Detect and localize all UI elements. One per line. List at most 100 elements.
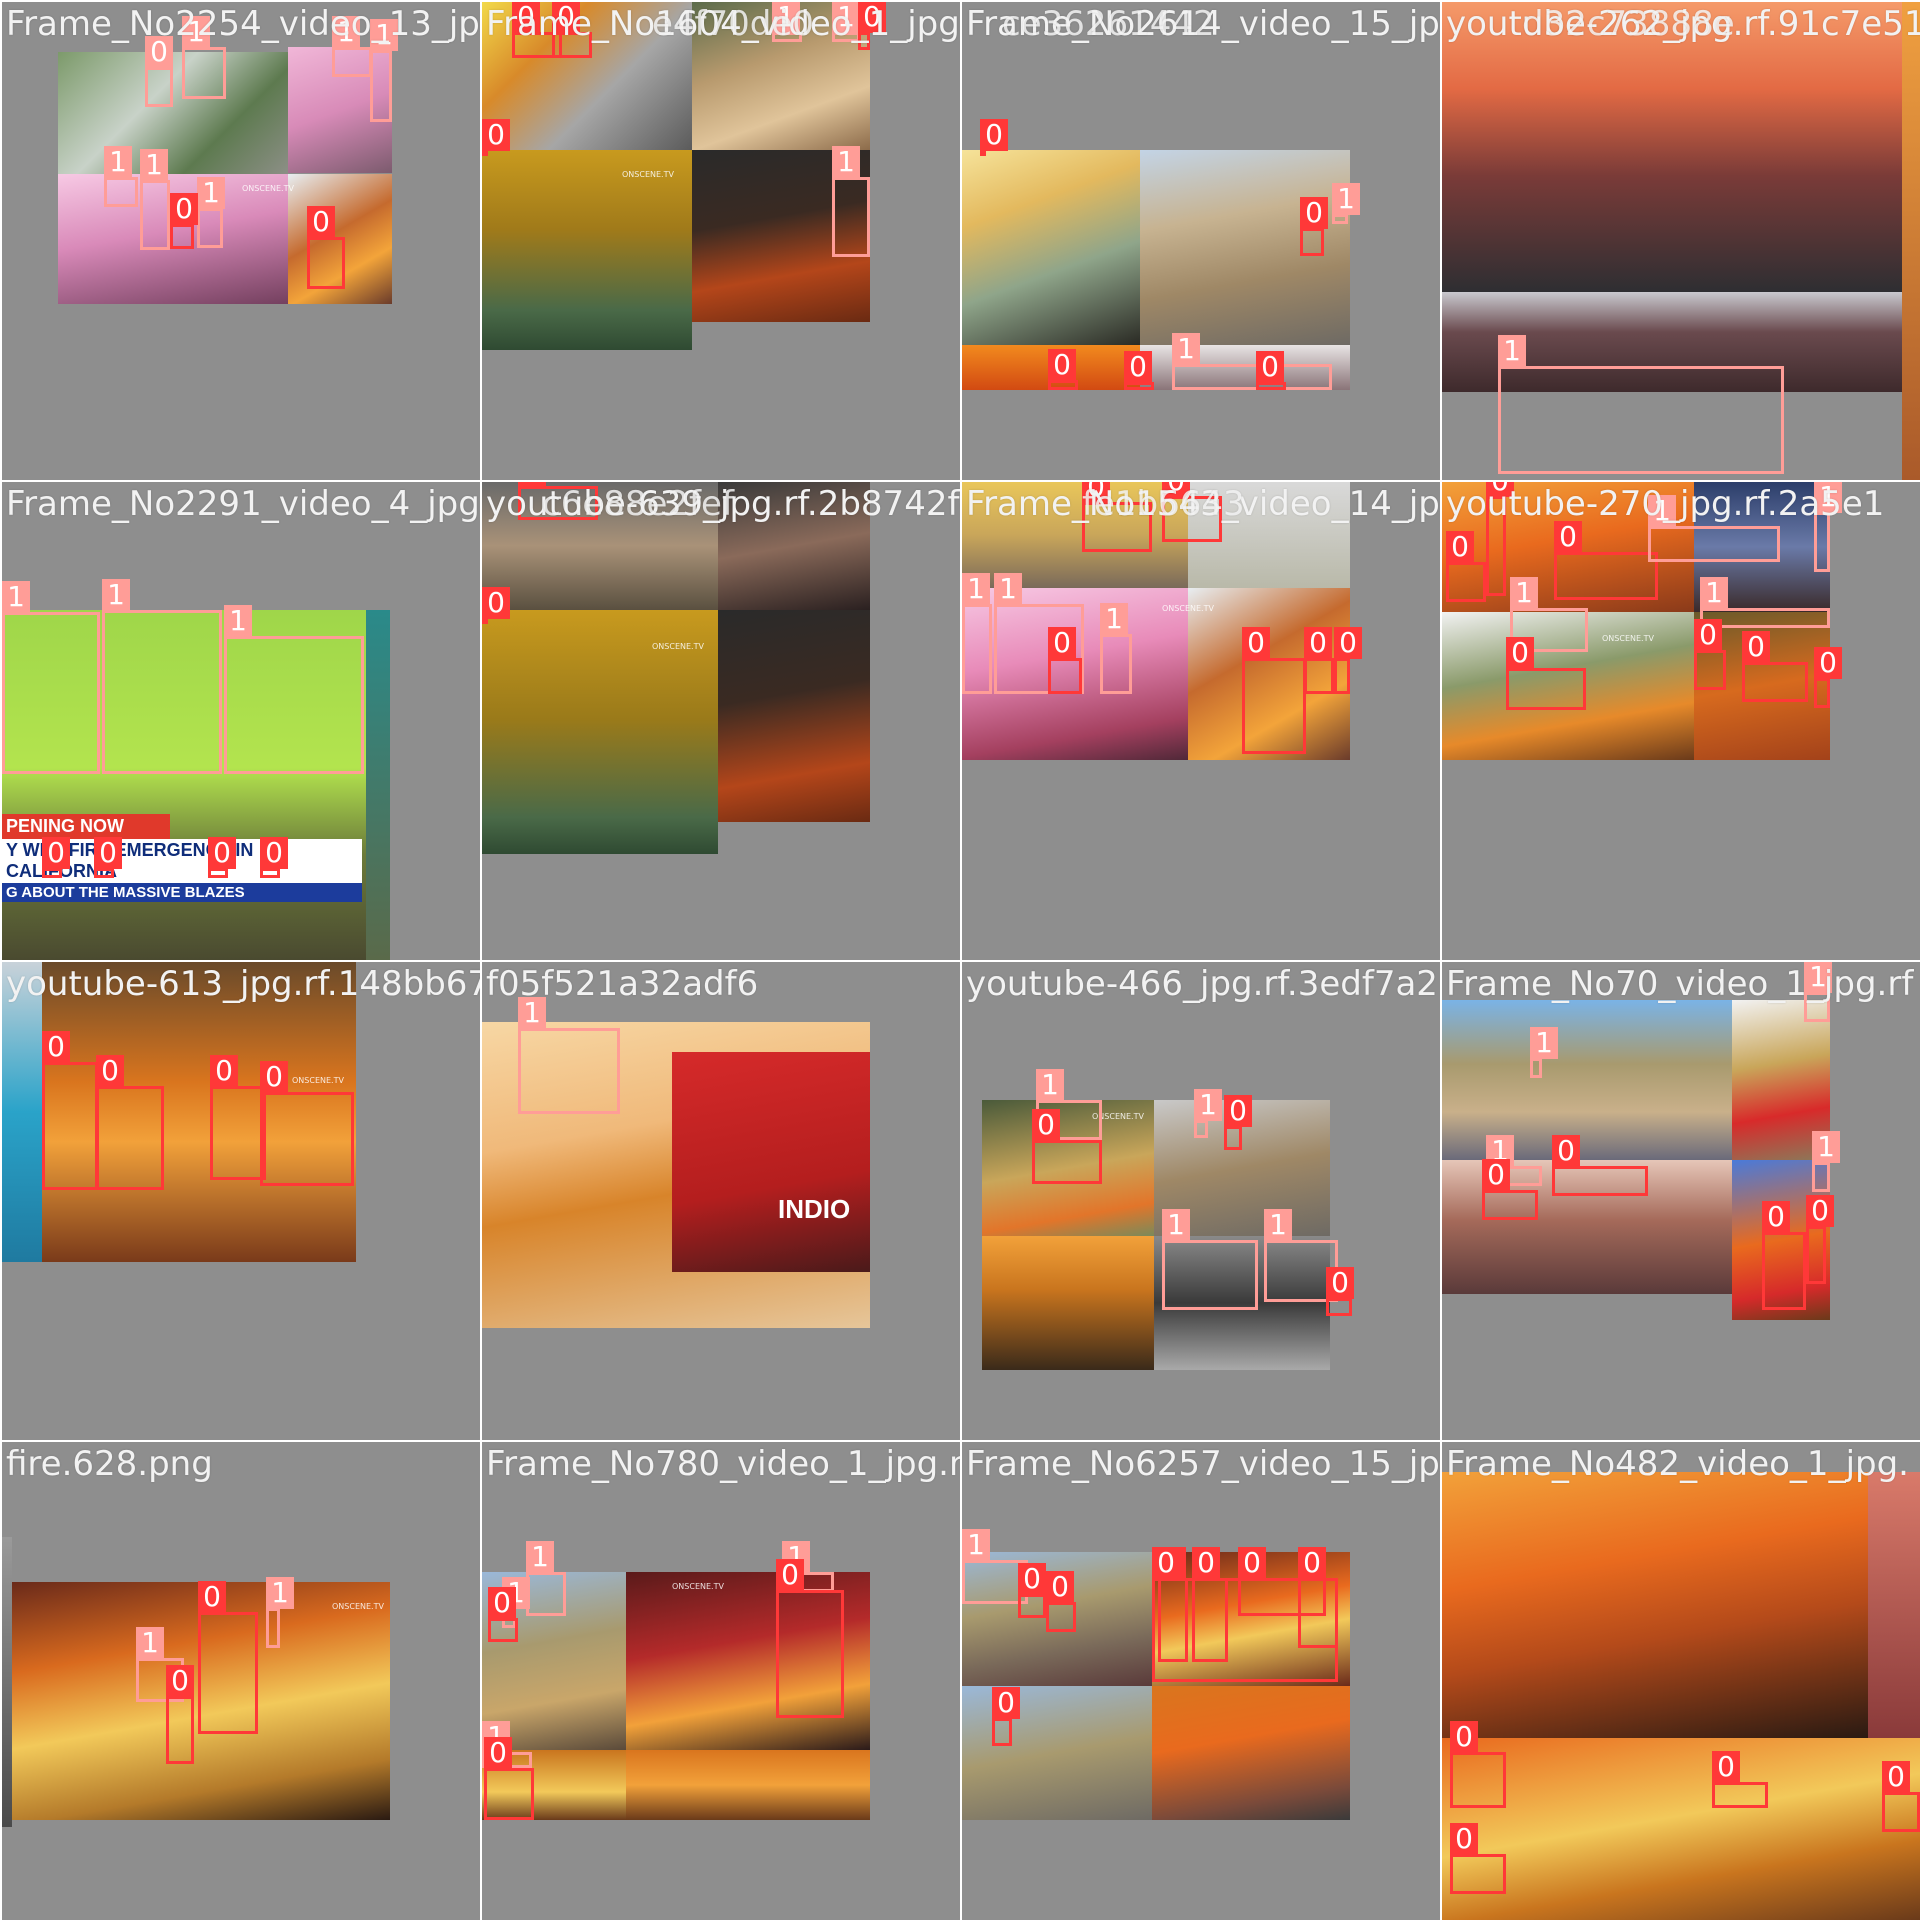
- photo-forest-fire: [626, 1750, 870, 1820]
- tile-14: ONSCENE.TV 1 1 0 1 0 1 0 Frame_No780_vid…: [482, 1442, 960, 1920]
- detection-box: 1: [1530, 1027, 1558, 1078]
- class-tag: 1: [1172, 333, 1200, 365]
- class-tag: 0: [210, 1055, 238, 1087]
- detection-box: 1: [370, 19, 398, 122]
- detection-box: 0: [484, 1737, 534, 1820]
- detection-box: 0: [260, 1061, 354, 1186]
- class-tag: 0: [1192, 1547, 1220, 1579]
- class-tag: 1: [1162, 1209, 1190, 1241]
- tile-title: youtube-613_jpg.rf.148bb67: [6, 964, 480, 1004]
- class-tag: 0: [482, 587, 510, 619]
- tile-title: Frame_No2254_video_13_jpg: [6, 4, 480, 44]
- detection-box: 1: [832, 146, 870, 257]
- detection-box: 0: [1742, 631, 1808, 702]
- photo-train-track: [962, 1686, 1152, 1820]
- detection-box: 0: [488, 1587, 518, 1642]
- detection-box: 0: [1032, 1109, 1102, 1184]
- photo-brush-fire: [1152, 1686, 1350, 1820]
- detection-box: 0: [1762, 1201, 1806, 1310]
- detection-box: 0: [1506, 637, 1586, 710]
- watermark: ONSCENE.TV: [332, 1602, 384, 1611]
- photo-edge: [366, 610, 390, 960]
- class-tag: 0: [1482, 1159, 1510, 1191]
- tile-title: fire.628.png: [6, 1444, 213, 1484]
- class-tag: 1: [1194, 1089, 1222, 1121]
- detection-box: 0: [1018, 1563, 1046, 1618]
- detection-box: 1: [1648, 495, 1780, 562]
- detection-box: 0: [166, 1665, 194, 1764]
- class-tag: 0: [94, 837, 122, 869]
- watermark: ONSCENE.TV: [652, 642, 704, 651]
- tile-title-overlap: ce36261442: [1002, 4, 1215, 44]
- detection-box: 0: [96, 1055, 164, 1190]
- detection-box: 1: [104, 146, 138, 207]
- detection-box: 0: [482, 587, 510, 624]
- class-tag: 0: [1242, 627, 1270, 659]
- mosaic-grid: ONSCENE.TV 1 0 1 1 1 1 1 0 0 Frame_No225…: [0, 0, 1920, 1920]
- class-tag: 0: [992, 1687, 1020, 1719]
- photo-edge: [1902, 2, 1920, 480]
- class-tag: 0: [484, 1737, 512, 1769]
- detection-box: 0: [482, 119, 510, 156]
- detection-box: 0: [170, 193, 198, 249]
- class-tag: 0: [307, 206, 335, 238]
- class-tag: 0: [1334, 627, 1362, 659]
- class-tag: 1: [197, 177, 225, 209]
- class-tag: 0: [1124, 351, 1152, 383]
- detection-box: 0: [1712, 1751, 1768, 1808]
- class-tag: 0: [1048, 349, 1076, 381]
- class-tag: 0: [1552, 1135, 1580, 1167]
- class-tag: 1: [102, 579, 130, 611]
- photo-harbor: [2, 962, 42, 1262]
- detection-box: 0: [1552, 1135, 1648, 1196]
- detection-box: 1: [1812, 1131, 1840, 1192]
- class-tag: 0: [1446, 531, 1474, 563]
- class-tag: 1: [104, 146, 132, 178]
- class-tag: 0: [1304, 627, 1332, 659]
- class-tag: 0: [1048, 627, 1076, 659]
- class-tag: 1: [962, 573, 990, 605]
- detection-box: 0: [208, 837, 236, 878]
- photo-suburb-aerial: [58, 52, 288, 174]
- truck-text: INDIO: [778, 1194, 851, 1224]
- detection-box: 1: [332, 16, 372, 77]
- detection-box: 0: [1694, 619, 1726, 690]
- detection-box: 1: [2, 581, 100, 774]
- class-tag: 0: [208, 837, 236, 869]
- class-tag: 0: [1806, 1195, 1834, 1227]
- tile-13: ONSCENE.TV 0 1 1 0 fire.628.png: [2, 1442, 480, 1920]
- tile-title: Frame_No2291_video_4_jpg: [6, 484, 480, 524]
- class-tag: 0: [1450, 1721, 1478, 1753]
- detection-box: 0: [42, 1031, 98, 1190]
- tile-5: PENING NOW Y WILDFIRE EMERGENCY IN CALIF…: [2, 482, 480, 960]
- tile-title-overlap: e4f70de0: [652, 4, 814, 44]
- detection-box: 0: [1882, 1761, 1920, 1832]
- tile-title-overlap: d32c73888e: [1522, 4, 1735, 44]
- detection-box: 0: [210, 1055, 266, 1180]
- tile-title: youtube-466_jpg.rf.3edf7a21: [966, 964, 1440, 1004]
- class-tag: 0: [198, 1581, 226, 1613]
- class-tag: 0: [1018, 1563, 1046, 1595]
- class-tag: 1: [266, 1577, 294, 1609]
- photo-fire-engines: [1442, 2, 1902, 292]
- detection-box: 1: [182, 16, 226, 99]
- tile-title-overlap: fe1b6643: [1082, 484, 1245, 524]
- detection-box: 0: [1124, 351, 1154, 390]
- detection-box: 0: [1300, 197, 1328, 256]
- class-tag: 0: [170, 193, 198, 225]
- detection-box: 1: [962, 573, 992, 694]
- class-tag: 0: [1298, 1547, 1326, 1579]
- class-tag: 0: [1238, 1547, 1266, 1579]
- photo-firefighters-silhouette: [1442, 1472, 1868, 1738]
- photo-edge: [1868, 1472, 1920, 1738]
- tile-title: youtube-270_jpg.rf.2a5e1: [1446, 484, 1885, 524]
- tile-title-overlap: c6e88e2fef: [542, 484, 734, 524]
- detection-box: 0: [145, 36, 173, 107]
- class-tag: 1: [1498, 335, 1526, 367]
- photo-night-fire: [718, 610, 870, 822]
- photo-forest-blaze: [1442, 1738, 1920, 1920]
- detection-box: 0: [980, 119, 1008, 156]
- tile-4: 1 youtube-262_jpg.rf.91c7e51 d32c73888e: [1442, 2, 1920, 480]
- class-tag: 1: [224, 605, 252, 637]
- photo-smoke-hillside: [482, 150, 692, 350]
